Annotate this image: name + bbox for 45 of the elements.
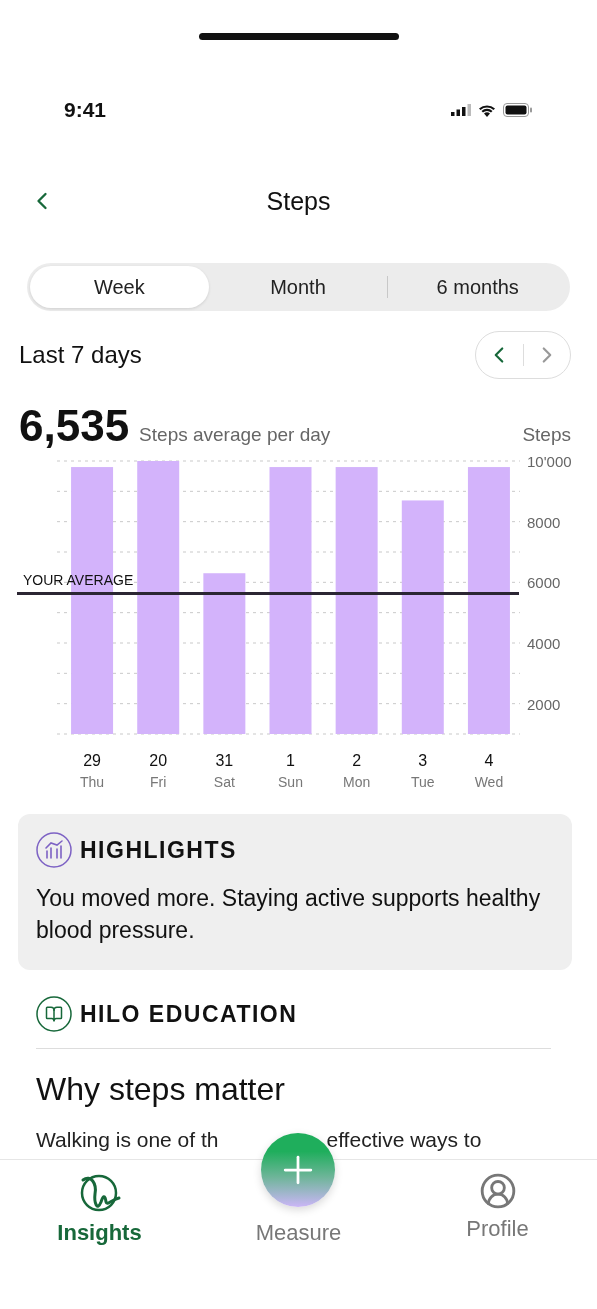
date-label: 2 <box>352 752 362 769</box>
range-tab[interactable]: Week <box>30 266 209 308</box>
weekday-label: Sat <box>213 774 235 790</box>
battery-icon <box>503 103 533 117</box>
date-label: 20 <box>149 752 168 769</box>
education-title: HILO EDUCATION <box>80 1000 298 1028</box>
axis-title: Steps <box>522 424 571 446</box>
weekday-label: Mon <box>343 774 371 790</box>
book-icon <box>36 996 72 1032</box>
nav-item[interactable]: Profile <box>398 1172 597 1242</box>
date-label: 29 <box>83 752 101 769</box>
date-label: 1 <box>286 752 295 769</box>
weekday-label: Sun <box>278 774 303 790</box>
axis-label: 4000 <box>527 635 561 652</box>
axis-label: 8000 <box>527 513 561 531</box>
chart-icon <box>36 832 72 868</box>
weekday-label: Fri <box>150 774 167 790</box>
average-value: 6,535 <box>19 401 130 451</box>
nav-item[interactable]: Measure <box>199 1172 398 1246</box>
weekday-label: Wed <box>474 774 504 790</box>
date-label: 31 <box>215 752 234 769</box>
average-caption: Steps average per day <box>139 424 332 446</box>
range-tab[interactable]: Month <box>208 266 388 308</box>
article-text: Walking is one of th <box>36 1128 219 1152</box>
article-title: Why steps matter <box>36 1071 286 1108</box>
date-label: 4 <box>484 752 494 769</box>
weekday-label: Thu <box>80 774 105 790</box>
highlights-text: You moved more. Staying active supports healthy blood pressure. <box>36 884 542 945</box>
logo-icon <box>78 1172 121 1214</box>
weekday-label: Tue <box>411 774 435 790</box>
average-label: YOUR AVERAGE <box>23 572 134 588</box>
date-label: 3 <box>418 752 428 769</box>
period-label: Last 7 days <box>19 341 142 369</box>
profile-icon <box>478 1172 517 1210</box>
status-time: 9:41 <box>64 98 107 122</box>
nav-item[interactable]: Insights <box>0 1172 199 1246</box>
highlights-title: HIGHLIGHTS <box>80 836 237 864</box>
signal-icon <box>451 104 471 116</box>
range-tab[interactable]: 6 months <box>388 266 567 308</box>
axis-label: 6000 <box>527 574 561 592</box>
axis-label: 2000 <box>527 695 561 713</box>
article-text: effective ways to <box>326 1128 482 1152</box>
wifi-icon <box>478 103 496 117</box>
axis-label: 10'000 <box>527 453 572 470</box>
page-title: Steps <box>266 186 331 216</box>
